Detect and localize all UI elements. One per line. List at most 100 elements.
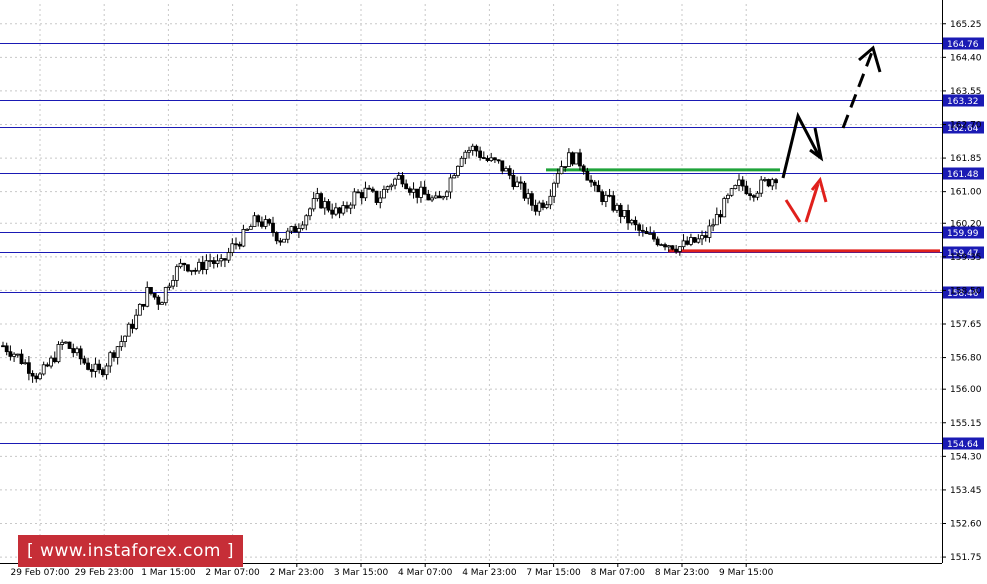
candle-body xyxy=(407,188,412,193)
candle-body xyxy=(592,181,597,186)
candle-body xyxy=(633,219,638,226)
candle-body xyxy=(197,261,201,272)
candle-body xyxy=(714,214,719,226)
candle-body xyxy=(89,369,94,372)
candle-body xyxy=(256,215,261,223)
candle-body xyxy=(49,357,53,367)
candle-body xyxy=(208,260,213,262)
y-tick-label: 161.00 xyxy=(950,188,982,198)
y-tick-label: 159.35 xyxy=(950,253,982,263)
candle-body xyxy=(474,145,479,152)
candle-body xyxy=(404,183,409,190)
candle-body xyxy=(396,175,401,180)
candle-body xyxy=(245,228,250,231)
candle-body xyxy=(126,323,131,337)
candle-body xyxy=(566,152,571,167)
candle-body xyxy=(67,341,72,349)
candle-body xyxy=(507,168,512,176)
candle-body xyxy=(500,160,505,172)
y-tick-label: 162.70 xyxy=(950,120,982,130)
candle-body xyxy=(640,229,645,232)
candle-body xyxy=(600,191,605,202)
candle-body xyxy=(296,228,301,233)
candle-body xyxy=(34,375,39,380)
candle-body xyxy=(348,204,353,209)
candle-body xyxy=(615,204,619,211)
candle-body xyxy=(38,373,42,380)
candle-body xyxy=(629,219,634,224)
candle-body xyxy=(722,198,727,218)
candle-body xyxy=(130,323,135,329)
y-tick-label: 163.55 xyxy=(950,87,982,97)
candle-body xyxy=(259,221,264,227)
candle-body xyxy=(60,341,65,345)
price-chart: 164.76163.32162.64161.48159.99159.47158.… xyxy=(0,0,987,584)
candle-body xyxy=(703,235,708,238)
candle-body xyxy=(356,191,360,194)
candle-body xyxy=(174,266,179,281)
candle-body xyxy=(23,362,28,365)
candle-body xyxy=(15,353,20,356)
y-tick-label: 151.75 xyxy=(950,553,982,563)
candle-body xyxy=(322,201,327,209)
x-tick-label: 1 Mar 15:00 xyxy=(141,568,196,578)
candle-body xyxy=(341,205,346,214)
candle-body xyxy=(315,193,320,199)
candle-body xyxy=(766,179,771,187)
candle-body xyxy=(626,210,630,224)
candle-body xyxy=(385,186,390,190)
y-tick-label: 154.30 xyxy=(950,452,982,462)
candle-body xyxy=(223,258,227,261)
x-tick-label: 2 Mar 07:00 xyxy=(205,568,260,578)
candle-body xyxy=(718,214,723,218)
x-tick-label: 2 Mar 23:00 xyxy=(270,568,325,578)
candle-body xyxy=(311,198,316,210)
candle-body xyxy=(304,215,309,226)
candle-body xyxy=(167,285,172,288)
candle-body xyxy=(711,224,716,227)
x-tick-label: 29 Feb 23:00 xyxy=(75,568,134,578)
x-tick-label: 9 Mar 15:00 xyxy=(719,568,774,578)
candle-body xyxy=(145,287,150,307)
candle-body xyxy=(729,188,734,196)
candle-body xyxy=(733,185,738,190)
x-tick-label: 8 Mar 07:00 xyxy=(591,568,646,578)
y-tick-label: 164.40 xyxy=(950,53,982,63)
candle-body xyxy=(415,188,420,198)
level-label: 161.48 xyxy=(947,170,979,180)
candle-body xyxy=(444,191,449,197)
candle-body xyxy=(437,195,442,199)
y-tick-label: 155.15 xyxy=(950,419,982,429)
candle-body xyxy=(496,159,501,162)
candle-body xyxy=(274,232,279,242)
candle-body xyxy=(278,240,283,243)
candle-body xyxy=(330,209,335,215)
candle-body xyxy=(618,204,623,217)
candle-body xyxy=(422,186,427,195)
candle-body xyxy=(97,363,102,371)
candle-body xyxy=(589,179,593,183)
candle-body xyxy=(8,351,13,357)
candle-body xyxy=(204,260,209,270)
candle-body xyxy=(141,303,146,307)
candle-body xyxy=(71,348,76,354)
candle-body xyxy=(574,152,579,165)
candle-body xyxy=(134,314,139,329)
candle-body xyxy=(596,184,601,193)
candle-body xyxy=(234,243,238,246)
candle-body xyxy=(112,352,116,358)
candle-body xyxy=(285,230,290,240)
candle-body xyxy=(193,269,198,272)
watermark-logo: [ www.instaforex.com ] xyxy=(18,535,243,567)
candle-body xyxy=(430,197,434,201)
candle-body xyxy=(548,195,553,206)
candle-body xyxy=(248,226,253,230)
candle-body xyxy=(670,245,675,250)
candle-body xyxy=(659,244,664,247)
candle-body xyxy=(226,252,231,261)
candle-body xyxy=(707,225,712,238)
candle-body xyxy=(467,149,471,153)
candle-body xyxy=(400,175,405,185)
candle-body xyxy=(337,207,342,214)
candle-body xyxy=(267,219,272,224)
